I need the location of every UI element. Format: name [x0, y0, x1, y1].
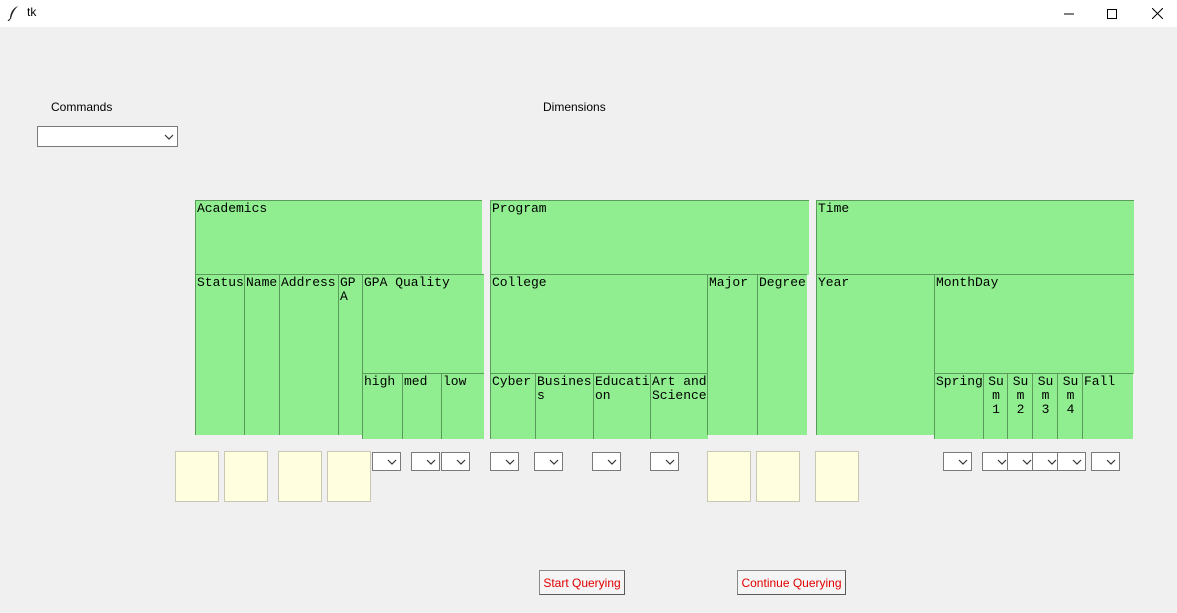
gpa-med-combobox[interactable] — [411, 452, 440, 471]
status-header: Status — [195, 274, 245, 435]
window-title: tk — [27, 5, 37, 19]
spring-header: Spring — [934, 373, 984, 439]
arts-science-combobox[interactable] — [650, 452, 679, 471]
degree-entry[interactable] — [756, 451, 800, 502]
fall-combobox[interactable] — [1091, 452, 1120, 471]
college-header: College — [490, 274, 708, 374]
fall-header: Fall — [1082, 373, 1133, 439]
maximize-button[interactable] — [1089, 0, 1135, 27]
degree-header: Degree — [757, 274, 807, 435]
gpa-low-header: low — [441, 373, 484, 439]
college-arts-science-header: Art and Science — [650, 373, 708, 439]
sum1-header: Sum 1 — [983, 373, 1008, 439]
college-business-header: Business — [535, 373, 594, 439]
chevron-down-icon — [958, 459, 968, 465]
address-header: Address — [279, 274, 338, 435]
year-header: Year — [816, 274, 935, 435]
chevron-down-icon — [426, 459, 436, 465]
feather-icon — [7, 6, 18, 21]
cyber-combobox[interactable] — [490, 452, 519, 471]
college-education-header: Education — [593, 373, 651, 439]
year-entry[interactable] — [815, 451, 859, 502]
time-header: Time — [816, 200, 1134, 275]
title-bar: tk — [0, 0, 1177, 27]
gpa-high-header: high — [362, 373, 403, 439]
chevron-down-icon — [387, 459, 397, 465]
minimize-icon — [1064, 13, 1074, 14]
gpa-med-header: med — [402, 373, 442, 439]
spring-combobox[interactable] — [943, 452, 972, 471]
academics-header: Academics — [195, 200, 482, 275]
name-entry[interactable] — [224, 451, 268, 502]
chevron-down-icon — [164, 134, 174, 140]
status-entry[interactable] — [175, 451, 219, 502]
gpa-entry[interactable] — [327, 451, 371, 502]
sum4-combobox[interactable] — [1057, 452, 1086, 471]
chevron-down-icon — [1106, 459, 1116, 465]
continue-querying-button[interactable]: Continue Querying — [737, 570, 846, 595]
sum3-header: Sum 3 — [1032, 373, 1058, 439]
monthday-header: MonthDay — [934, 274, 1134, 374]
business-combobox[interactable] — [534, 452, 563, 471]
name-header: Name — [244, 274, 279, 435]
commands-label: Commands — [51, 100, 113, 114]
tk-window: tk Commands Dimensions Academics Status … — [0, 0, 1177, 613]
close-icon — [1151, 8, 1163, 19]
commands-combobox[interactable] — [37, 126, 178, 147]
close-button[interactable] — [1134, 0, 1177, 27]
start-querying-button[interactable]: Start Querying — [539, 570, 625, 595]
gpa-low-combobox[interactable] — [441, 452, 470, 471]
chevron-down-icon — [997, 459, 1007, 465]
education-combobox[interactable] — [592, 452, 621, 471]
chevron-down-icon — [456, 459, 466, 465]
college-cyber-header: Cyber — [490, 373, 536, 439]
gpa-high-combobox[interactable] — [372, 452, 401, 471]
program-header: Program — [490, 200, 809, 275]
dimensions-label: Dimensions — [543, 100, 606, 114]
chevron-down-icon — [1072, 459, 1082, 465]
gpa-header: GPA — [338, 274, 363, 435]
chevron-down-icon — [505, 459, 515, 465]
address-entry[interactable] — [278, 451, 322, 502]
major-header: Major — [707, 274, 758, 435]
maximize-icon — [1107, 8, 1117, 19]
chevron-down-icon — [549, 459, 559, 465]
gpa-quality-header: GPA Quality — [362, 274, 484, 374]
chevron-down-icon — [665, 459, 675, 465]
sum4-header: Sum 4 — [1057, 373, 1083, 439]
chevron-down-icon — [607, 459, 617, 465]
minimize-button[interactable] — [1046, 0, 1092, 27]
major-entry[interactable] — [707, 451, 751, 502]
chevron-down-icon — [1047, 459, 1057, 465]
sum2-header: Sum 2 — [1007, 373, 1033, 439]
chevron-down-icon — [1022, 459, 1032, 465]
